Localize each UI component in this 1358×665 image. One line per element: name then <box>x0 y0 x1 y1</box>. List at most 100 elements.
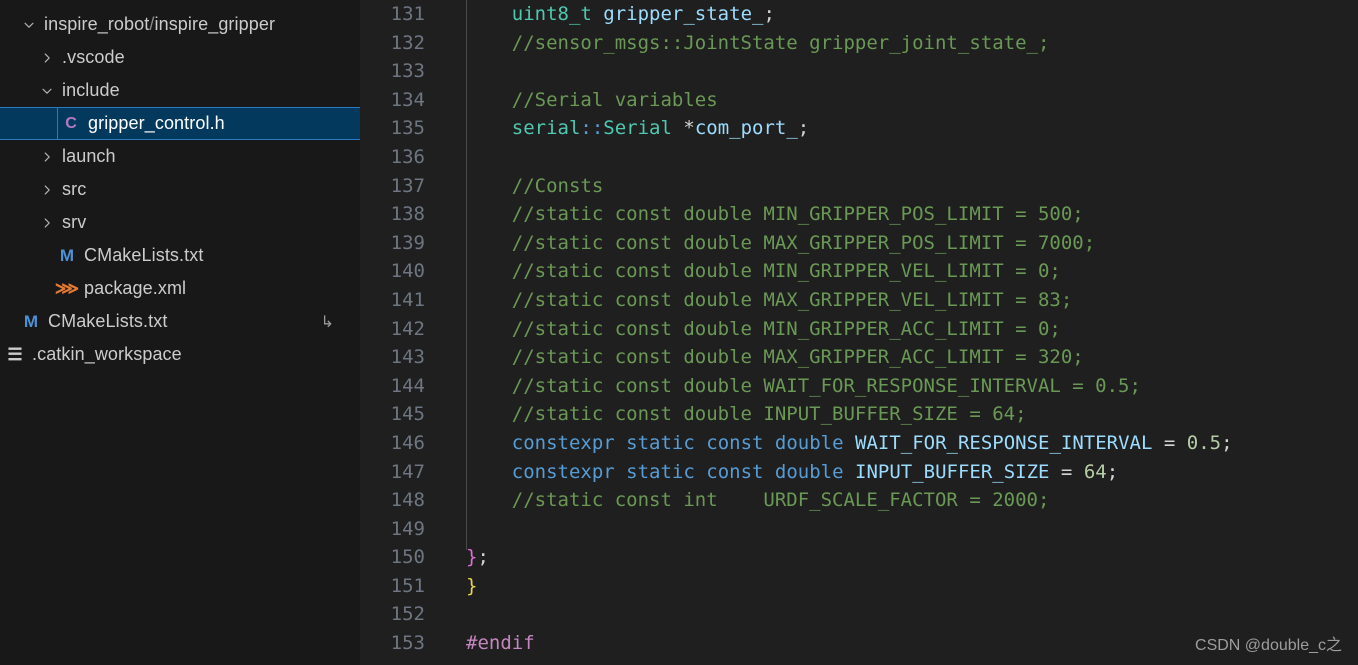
tree-item-launch[interactable]: launch <box>0 140 360 173</box>
code-token: INPUT_BUFFER_SIZE <box>855 460 1050 483</box>
code-line-text: }; <box>427 543 489 572</box>
code-token: :: <box>580 117 604 140</box>
line-number: 138 <box>390 203 425 226</box>
code-line-text: serial::Serial *com_port_; <box>427 114 809 143</box>
tree-item-gripper-control-h[interactable]: Cgripper_control.h <box>0 107 360 140</box>
line-number: 133 <box>390 60 425 83</box>
tree-item-badge: ↳ <box>320 313 334 331</box>
code-token: double <box>774 460 844 483</box>
code-editor[interactable]: 131 uint8_t gripper_state_; 132 //sensor_… <box>360 0 1358 665</box>
code-token: uint8_t <box>511 3 592 25</box>
code-token: ; <box>763 3 775 25</box>
tree-item-label: CMakeLists.txt <box>84 245 204 265</box>
chevron-down-icon[interactable] <box>18 18 40 32</box>
code-token: //static const double MIN_GRIPPER_ACC_LI… <box>466 317 1061 340</box>
chevron-right-icon[interactable] <box>36 216 58 230</box>
line-number: 146 <box>390 431 425 454</box>
chevron-right-icon[interactable] <box>36 150 58 164</box>
code-token: 64 <box>1083 460 1107 483</box>
code-line: 152 <box>360 600 1358 629</box>
line-number: 145 <box>390 403 425 426</box>
code-line-text: #endif <box>427 629 535 658</box>
tree-item-srv[interactable]: srv <box>0 206 360 239</box>
tree-item-cmakelists-inner[interactable]: M CMakeLists.txt <box>0 239 360 272</box>
cmake-file-icon: M <box>59 245 75 265</box>
code-token: WAIT_FOR_RESPONSE_INTERVAL <box>855 431 1153 454</box>
vscode-window: inspire_robot/inspire_gripper .vscode incl… <box>0 0 1358 665</box>
code-line: 150}; <box>360 543 1358 572</box>
code-line-text: //static const double MAX_GRIPPER_ACC_LI… <box>427 343 1084 372</box>
text-file-icon: ☰ <box>7 344 23 364</box>
tree-item-cmakelists-root[interactable]: M CMakeLists.txt ↳ <box>0 305 360 338</box>
code-token: * <box>671 117 695 140</box>
line-number: 150 <box>390 546 425 569</box>
chevron-down-icon[interactable] <box>36 84 58 98</box>
code-line-text: //static const double MIN_GRIPPER_VEL_LI… <box>427 257 1061 286</box>
code-token: static <box>626 460 695 483</box>
code-line-text: //static const double MIN_GRIPPER_POS_LI… <box>427 200 1084 229</box>
code-line-text: //static const double MAX_GRIPPER_POS_LI… <box>427 229 1095 258</box>
code-line: 147 constexpr static const double INPUT_… <box>360 458 1358 487</box>
code-token: //static const double MIN_GRIPPER_POS_LI… <box>466 203 1084 226</box>
code-line: 143 //static const double MAX_GRIPPER_AC… <box>360 343 1358 372</box>
line-number: 151 <box>390 574 425 597</box>
code-line: 140 //static const double MIN_GRIPPER_VE… <box>360 257 1358 286</box>
tree-item-inspire-robot-inspire-gripper[interactable]: inspire_robot/inspire_gripper <box>0 8 360 41</box>
line-number: 143 <box>390 346 425 369</box>
xml-file-icon: ⋙ <box>54 278 80 298</box>
code-token: //static const double MAX_GRIPPER_VEL_LI… <box>466 288 1073 311</box>
line-number: 140 <box>390 260 425 283</box>
line-number: 144 <box>390 374 425 397</box>
line-number: 137 <box>390 174 425 197</box>
code-token: const <box>706 460 764 483</box>
tree-item-label: src <box>62 179 87 199</box>
code-line: 136 <box>360 143 1358 172</box>
line-number: 136 <box>390 145 425 168</box>
tree-item-label: launch <box>62 146 116 166</box>
code-token: //sensor_msgs::JointState gripper_joint_… <box>466 31 1050 54</box>
code-token: //Consts <box>466 174 604 197</box>
code-line: 141 //static const double MAX_GRIPPER_VE… <box>360 286 1358 315</box>
line-number: 135 <box>390 117 425 140</box>
line-number: 152 <box>390 603 425 626</box>
code-token: = <box>1152 431 1187 454</box>
code-line-text: //static const int URDF_SCALE_FACTOR = 2… <box>427 486 1050 515</box>
code-line: 151} <box>360 572 1358 601</box>
code-line-text: //static const double WAIT_FOR_RESPONSE_… <box>427 372 1141 401</box>
code-token: //static const double MAX_GRIPPER_POS_LI… <box>466 231 1096 254</box>
tree-item-package-xml[interactable]: ⋙ package.xml <box>0 272 360 305</box>
code-token: constexpr <box>511 431 615 454</box>
tree-item-catkin-workspace[interactable]: ☰ .catkin_workspace <box>0 338 360 371</box>
tree-item-include[interactable]: include <box>0 74 360 107</box>
code-token: //static const double MIN_GRIPPER_VEL_LI… <box>466 260 1061 283</box>
line-number: 141 <box>390 288 425 311</box>
tree-item-label: .vscode <box>62 47 125 67</box>
code-line-text: //Serial variables <box>427 86 718 115</box>
file-tree: inspire_robot/inspire_gripper .vscode incl… <box>0 8 360 371</box>
code-line-text: constexpr static const double INPUT_BUFF… <box>427 458 1118 487</box>
tree-item-vscode[interactable]: .vscode <box>0 41 360 74</box>
code-line: 138 //static const double MIN_GRIPPER_PO… <box>360 200 1358 229</box>
code-token: } <box>466 574 478 597</box>
code-line: 144 //static const double WAIT_FOR_RESPO… <box>360 372 1358 401</box>
code-token: //static const double MAX_GRIPPER_ACC_LI… <box>466 346 1084 369</box>
code-token: ; <box>1221 431 1233 454</box>
code-token: //static const double WAIT_FOR_RESPONSE_… <box>466 374 1141 397</box>
chevron-right-icon[interactable] <box>36 51 58 65</box>
chevron-right-icon[interactable] <box>36 183 58 197</box>
tree-item-src[interactable]: src <box>0 173 360 206</box>
code-line: 139 //static const double MAX_GRIPPER_PO… <box>360 229 1358 258</box>
code-token: constexpr <box>511 460 615 483</box>
code-token: static <box>626 431 695 454</box>
line-number: 139 <box>390 231 425 254</box>
